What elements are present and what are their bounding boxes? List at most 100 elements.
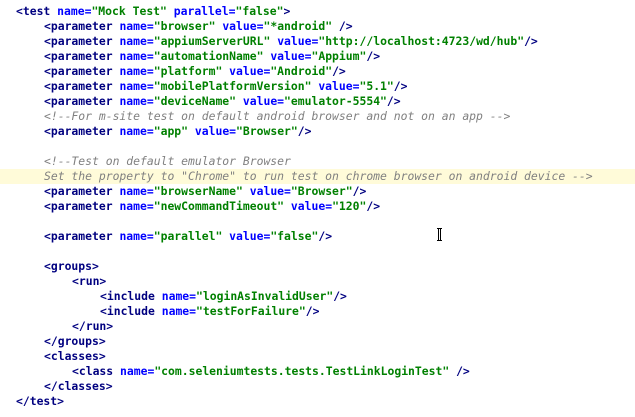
code-token-attr: name=: [57, 4, 92, 18]
code-line[interactable]: <classes>: [0, 349, 635, 364]
code-line[interactable]: <parameter name="parallel" value="false"…: [0, 229, 635, 244]
code-token-attr: value=: [229, 229, 271, 243]
code-token-str: "http://localhost:4723/wd/hub": [318, 34, 525, 48]
code-token-tag: />: [333, 289, 347, 303]
code-token-tag: <run>: [72, 274, 107, 288]
code-line[interactable]: <include name="loginAsInvalidUser"/>: [0, 289, 635, 304]
code-token-tag: <parameter: [44, 79, 120, 93]
code-line[interactable]: [0, 214, 635, 229]
code-token-tag: <parameter: [44, 64, 120, 78]
code-line-content: </groups>: [44, 334, 106, 349]
code-line[interactable]: <parameter name="automationName" value="…: [0, 49, 635, 64]
code-line-content: <test name="Mock Test" parallel="false">: [16, 4, 290, 19]
code-token-tag: />: [386, 94, 401, 108]
code-token-tag: </classes>: [44, 379, 113, 393]
code-line-content: <groups>: [44, 259, 99, 274]
code-token-tag: />: [352, 184, 367, 198]
code-line-content: <parameter name="platform" value="Androi…: [44, 64, 346, 79]
code-line[interactable]: </classes>: [0, 379, 635, 394]
code-line[interactable]: <groups>: [0, 259, 635, 274]
code-token-str: "false": [235, 4, 284, 18]
code-token-tag: />: [366, 49, 381, 63]
code-token-tag: >: [283, 4, 291, 18]
code-line[interactable]: Set the property to "Chrome" to run test…: [0, 169, 635, 184]
code-line[interactable]: [0, 139, 635, 154]
code-token-str: "Appium": [311, 49, 367, 63]
code-token-str: "loginAsInvalidUser": [196, 289, 334, 303]
code-line-content: </run>: [72, 319, 113, 334]
code-line[interactable]: </run>: [0, 319, 635, 334]
code-line[interactable]: <parameter name="browser" value="*androi…: [0, 19, 635, 34]
code-token-sp: [236, 94, 243, 108]
code-token-str: "platform": [153, 64, 223, 78]
code-token-cmt: Set the property to "Chrome" to run test…: [44, 169, 593, 183]
code-line-content: <parameter name="app" value="Browser"/>: [44, 124, 312, 139]
code-token-attr: name=: [119, 49, 154, 63]
code-token-tag: />: [318, 229, 333, 243]
code-line[interactable]: <parameter name="platform" value="Androi…: [0, 64, 635, 79]
code-line[interactable]: <parameter name="appiumServerURL" value=…: [0, 34, 635, 49]
code-token-attr: name=: [119, 184, 154, 198]
code-token-tag: <groups>: [44, 259, 99, 273]
code-token-tag: <classes>: [44, 349, 106, 363]
code-token-attr: value=: [270, 49, 312, 63]
code-token-sp: [332, 19, 339, 33]
code-line-content: <parameter name="automationName" value="…: [44, 49, 380, 64]
code-token-str: "120": [332, 199, 367, 213]
code-line[interactable]: </groups>: [0, 334, 635, 349]
code-line[interactable]: <class name="com.seleniumtests.tests.Tes…: [0, 364, 635, 379]
code-token-tag: />: [297, 124, 312, 138]
code-token-attr: value=: [229, 64, 271, 78]
code-line-content: <parameter name="browserName" value="Bro…: [44, 184, 366, 199]
code-line[interactable]: <parameter name="browserName" value="Bro…: [0, 184, 635, 199]
code-line-content: <!--For m-site test on default android b…: [44, 109, 510, 124]
code-token-sp: [167, 4, 174, 18]
code-token-tag: />: [393, 79, 408, 93]
code-token-attr: name=: [161, 304, 197, 318]
code-token-attr: value=: [222, 19, 264, 33]
code-line-content: <run>: [72, 274, 106, 289]
code-token-attr: value=: [318, 79, 360, 93]
code-token-tag: />: [305, 304, 320, 318]
code-token-tag: <parameter: [44, 199, 120, 213]
code-token-str: "browser": [153, 19, 216, 33]
code-token-cmt: <!--For m-site test on default android b…: [44, 109, 511, 123]
code-token-tag: <parameter: [44, 49, 120, 63]
code-token-attr: name=: [119, 124, 154, 138]
code-token-tag: <parameter: [44, 184, 120, 198]
code-token-attr: name=: [119, 79, 154, 93]
code-token-str: "emulator-5554": [284, 94, 387, 108]
code-editor[interactable]: <test name="Mock Test" parallel="false">…: [0, 0, 635, 417]
code-line-content: <classes>: [44, 349, 106, 364]
code-line-content: <include name="loginAsInvalidUser"/>: [100, 289, 347, 304]
code-token-tag: <parameter: [44, 19, 120, 33]
code-line[interactable]: <parameter name="mobilePlatformVersion" …: [0, 79, 635, 94]
code-line[interactable]: <test name="Mock Test" parallel="false">: [0, 4, 635, 19]
code-token-sp: [188, 124, 195, 138]
code-token-attr: name=: [119, 19, 154, 33]
code-line-content: <parameter name="parallel" value="false"…: [44, 229, 332, 244]
code-line-content: <include name="testForFailure"/>: [100, 304, 319, 319]
code-line[interactable]: <parameter name="app" value="Browser"/>: [0, 124, 635, 139]
code-token-cmt: <!--Test on default emulator Browser: [44, 154, 291, 168]
code-token-str: "appiumServerURL": [153, 34, 271, 48]
code-line[interactable]: <!--For m-site test on default android b…: [0, 109, 635, 124]
code-token-str: "Browser": [290, 184, 353, 198]
code-line-content: <parameter name="newCommandTimeout" valu…: [44, 199, 380, 214]
code-line[interactable]: [0, 244, 635, 259]
code-token-attr: value=: [242, 94, 285, 108]
code-line-content: <parameter name="mobilePlatformVersion" …: [44, 79, 408, 94]
code-line[interactable]: <run>: [0, 274, 635, 289]
code-token-str: "*android": [263, 19, 333, 33]
code-token-tag: <include: [100, 304, 162, 318]
code-line[interactable]: <include name="testForFailure"/>: [0, 304, 635, 319]
code-token-tag: <test: [16, 4, 58, 18]
code-line[interactable]: </test>: [0, 394, 635, 409]
code-line[interactable]: <!--Test on default emulator Browser: [0, 154, 635, 169]
code-token-tag: </groups>: [44, 334, 106, 348]
code-token-tag: />: [456, 364, 470, 378]
code-line[interactable]: <parameter name="deviceName" value="emul…: [0, 94, 635, 109]
code-token-tag: <parameter: [44, 34, 120, 48]
code-token-str: "testForFailure": [196, 304, 306, 318]
code-line[interactable]: <parameter name="newCommandTimeout" valu…: [0, 199, 635, 214]
